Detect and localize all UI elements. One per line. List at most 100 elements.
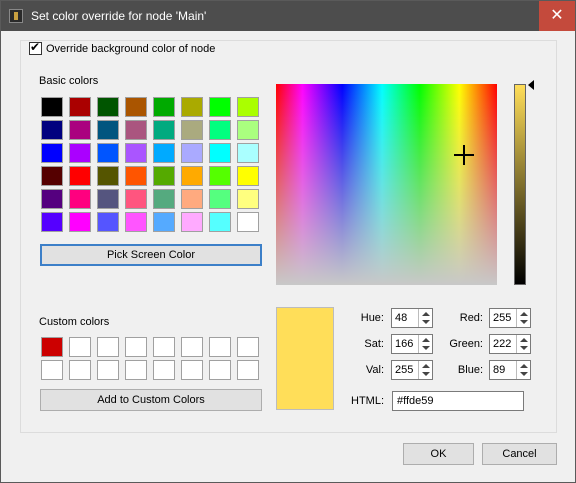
basic-color-swatch[interactable]	[237, 143, 259, 163]
basic-color-swatch[interactable]	[69, 212, 91, 232]
basic-color-swatch[interactable]	[41, 143, 63, 163]
crosshair-icon[interactable]	[454, 145, 474, 165]
basic-color-swatch[interactable]	[153, 143, 175, 163]
basic-color-swatch[interactable]	[41, 166, 63, 186]
basic-color-swatch[interactable]	[125, 212, 147, 232]
basic-color-swatch[interactable]	[181, 120, 203, 140]
spin-down-icon[interactable]	[520, 320, 528, 324]
custom-color-swatch[interactable]	[153, 337, 175, 357]
spin-up-icon[interactable]	[422, 312, 430, 316]
spin-up-icon[interactable]	[520, 364, 528, 368]
basic-color-swatch[interactable]	[181, 97, 203, 117]
red-spin-arrows[interactable]	[516, 309, 530, 327]
val-spin-arrows[interactable]	[418, 361, 432, 379]
basic-color-swatch[interactable]	[237, 189, 259, 209]
custom-color-swatch[interactable]	[69, 360, 91, 380]
basic-color-swatch[interactable]	[153, 97, 175, 117]
spin-up-icon[interactable]	[422, 338, 430, 342]
red-spinbox[interactable]: 255	[489, 308, 531, 328]
ok-button[interactable]: OK	[403, 443, 474, 465]
luminance-arrow-icon[interactable]	[528, 80, 534, 90]
basic-color-swatch[interactable]	[209, 189, 231, 209]
custom-color-swatch[interactable]	[41, 360, 63, 380]
luminance-slider[interactable]	[514, 84, 526, 285]
basic-color-swatch[interactable]	[41, 120, 63, 140]
basic-color-swatch[interactable]	[153, 189, 175, 209]
basic-color-swatch[interactable]	[209, 143, 231, 163]
blue-spin-arrows[interactable]	[516, 361, 530, 379]
title-bar[interactable]: Set color override for node 'Main' ✕	[1, 1, 575, 31]
basic-color-swatch[interactable]	[209, 166, 231, 186]
basic-color-swatch[interactable]	[181, 166, 203, 186]
basic-color-swatch[interactable]	[41, 189, 63, 209]
custom-color-swatch[interactable]	[237, 337, 259, 357]
val-spinbox[interactable]: 255	[391, 360, 433, 380]
basic-color-swatch[interactable]	[97, 120, 119, 140]
basic-color-swatch[interactable]	[181, 189, 203, 209]
add-to-custom-colors-button[interactable]: Add to Custom Colors	[40, 389, 262, 411]
basic-color-swatch[interactable]	[237, 166, 259, 186]
custom-color-swatch[interactable]	[237, 360, 259, 380]
basic-color-swatch[interactable]	[97, 166, 119, 186]
cancel-button[interactable]: Cancel	[482, 443, 557, 465]
basic-color-swatch[interactable]	[97, 143, 119, 163]
spin-up-icon[interactable]	[422, 364, 430, 368]
basic-color-swatch[interactable]	[153, 120, 175, 140]
custom-color-swatch[interactable]	[97, 360, 119, 380]
hue-spin-arrows[interactable]	[418, 309, 432, 327]
basic-color-swatch[interactable]	[181, 143, 203, 163]
hue-spinbox[interactable]: 48	[391, 308, 433, 328]
custom-color-swatch[interactable]	[209, 360, 231, 380]
green-spin-arrows[interactable]	[516, 335, 530, 353]
basic-color-swatch[interactable]	[237, 212, 259, 232]
override-checkbox[interactable]: ✔	[29, 40, 42, 55]
basic-color-swatch[interactable]	[209, 212, 231, 232]
pick-screen-color-button[interactable]: Pick Screen Color	[40, 244, 262, 266]
basic-color-swatch[interactable]	[153, 166, 175, 186]
custom-color-swatch[interactable]	[41, 337, 63, 357]
custom-color-swatch[interactable]	[181, 360, 203, 380]
basic-color-swatch[interactable]	[125, 166, 147, 186]
blue-spinbox[interactable]: 89	[489, 360, 531, 380]
basic-color-swatch[interactable]	[153, 212, 175, 232]
basic-color-swatch[interactable]	[69, 166, 91, 186]
basic-color-swatch[interactable]	[125, 120, 147, 140]
basic-color-swatch[interactable]	[237, 97, 259, 117]
custom-color-swatch[interactable]	[153, 360, 175, 380]
spin-down-icon[interactable]	[422, 372, 430, 376]
basic-color-swatch[interactable]	[125, 97, 147, 117]
green-spinbox[interactable]: 222	[489, 334, 531, 354]
custom-color-swatch[interactable]	[125, 360, 147, 380]
spin-up-icon[interactable]	[520, 312, 528, 316]
basic-color-swatch[interactable]	[181, 212, 203, 232]
basic-color-swatch[interactable]	[41, 97, 63, 117]
color-spectrum[interactable]	[276, 84, 497, 285]
basic-color-swatch[interactable]	[125, 143, 147, 163]
basic-color-swatch[interactable]	[69, 120, 91, 140]
sat-spinbox[interactable]: 166	[391, 334, 433, 354]
override-checkbox-row[interactable]: ✔ Override background color of node	[29, 40, 215, 55]
sat-spin-arrows[interactable]	[418, 335, 432, 353]
basic-color-swatch[interactable]	[209, 120, 231, 140]
spin-down-icon[interactable]	[422, 320, 430, 324]
basic-color-swatch[interactable]	[97, 212, 119, 232]
basic-color-swatch[interactable]	[97, 97, 119, 117]
basic-color-swatch[interactable]	[125, 189, 147, 209]
basic-color-swatch[interactable]	[69, 189, 91, 209]
basic-color-swatch[interactable]	[209, 97, 231, 117]
html-color-input[interactable]: #ffde59	[392, 391, 524, 411]
basic-color-swatch[interactable]	[41, 212, 63, 232]
basic-color-swatch[interactable]	[69, 143, 91, 163]
spin-down-icon[interactable]	[520, 346, 528, 350]
custom-color-swatch[interactable]	[125, 337, 147, 357]
spin-down-icon[interactable]	[422, 346, 430, 350]
spin-down-icon[interactable]	[520, 372, 528, 376]
custom-color-swatch[interactable]	[209, 337, 231, 357]
basic-color-swatch[interactable]	[237, 120, 259, 140]
close-button[interactable]: ✕	[539, 1, 575, 31]
basic-color-swatch[interactable]	[97, 189, 119, 209]
spin-up-icon[interactable]	[520, 338, 528, 342]
custom-color-swatch[interactable]	[181, 337, 203, 357]
custom-color-swatch[interactable]	[97, 337, 119, 357]
basic-color-swatch[interactable]	[69, 97, 91, 117]
